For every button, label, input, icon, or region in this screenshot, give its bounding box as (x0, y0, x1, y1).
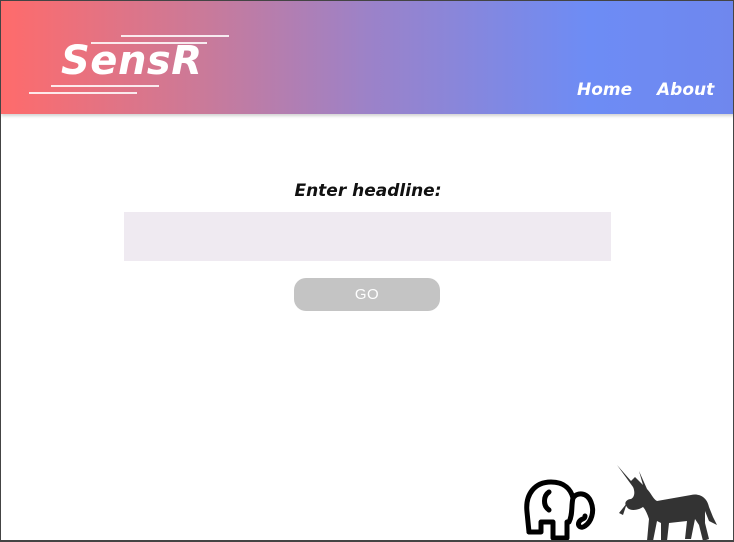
elephant-icon (524, 479, 596, 541)
donkey-icon (617, 465, 717, 541)
logo[interactable]: SensR (29, 31, 239, 101)
logo-speed-line (51, 85, 159, 87)
go-button[interactable]: GO (294, 278, 440, 311)
header-bar: SensR Home About (1, 1, 733, 114)
logo-speed-line (121, 35, 229, 37)
logo-speed-line (29, 92, 137, 94)
headline-input[interactable] (124, 212, 611, 261)
logo-text: SensR (61, 38, 203, 84)
nav-home-link[interactable]: Home (577, 82, 632, 99)
app-frame: SensR Home About Enter headline: GO (0, 0, 734, 542)
headline-prompt-label: Enter headline: (294, 181, 442, 201)
nav-about-link[interactable]: About (657, 82, 714, 99)
